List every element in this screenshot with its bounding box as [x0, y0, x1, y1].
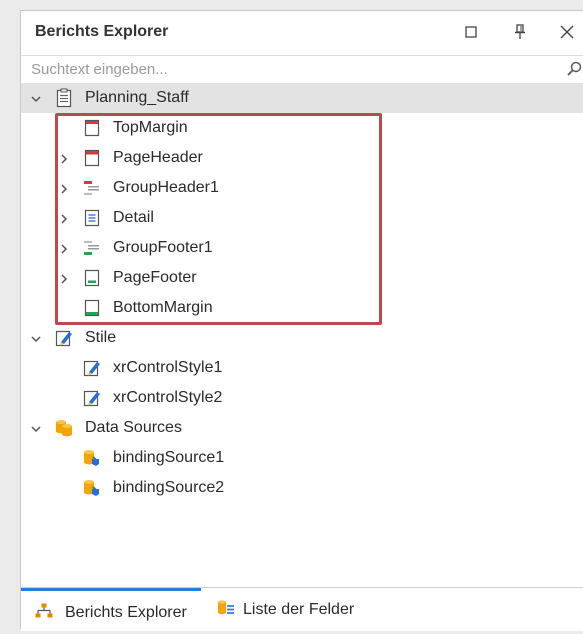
control-style-icon: [82, 358, 102, 378]
tree-item-label: Stile: [85, 329, 117, 346]
chevron-right-icon[interactable]: [58, 182, 70, 194]
page-footer-band-icon: [82, 268, 102, 288]
tree-item-label: Detail: [113, 209, 154, 226]
chevron-right-icon[interactable]: [58, 212, 70, 224]
control-style-icon: [82, 388, 102, 408]
page-header-band-icon: [82, 148, 102, 168]
tree-structure-icon: [35, 602, 53, 620]
panel-title: Berichts Explorer: [35, 23, 169, 40]
group-footer-band-icon: [82, 238, 102, 258]
bottom-margin-band-icon: [82, 298, 102, 318]
panel-title-bar: Berichts Explorer: [21, 11, 583, 56]
chevron-down-icon[interactable]: [30, 332, 42, 344]
tree-item-detail[interactable]: Detail: [21, 203, 583, 233]
tree-item-binding-source1[interactable]: bindingSource1: [21, 443, 583, 473]
tree-item-label: bindingSource1: [113, 449, 225, 466]
tree-item-label: xrControlStyle1: [113, 359, 223, 376]
report-icon: [54, 88, 74, 108]
tree-item-group-header1[interactable]: GroupHeader1: [21, 173, 583, 203]
tree-item-label: GroupFooter1: [113, 239, 213, 256]
field-list-icon: [217, 599, 235, 617]
maximize-icon[interactable]: [461, 22, 481, 42]
detail-band-icon: [82, 208, 102, 228]
tree-item-styles[interactable]: Stile: [21, 323, 583, 353]
top-margin-band-icon: [82, 118, 102, 138]
report-tree: Planning_Staff TopMargin PageHeader Grou…: [21, 83, 583, 523]
chevron-down-icon[interactable]: [30, 422, 42, 434]
tab-label: Liste der Felder: [243, 601, 355, 618]
search-bar: [21, 55, 583, 84]
tab-label: Berichts Explorer: [65, 604, 187, 621]
tree-item-page-header[interactable]: PageHeader: [21, 143, 583, 173]
tree-item-binding-source2[interactable]: bindingSource2: [21, 473, 583, 503]
search-input[interactable]: [21, 55, 551, 83]
chevron-right-icon[interactable]: [58, 242, 70, 254]
report-explorer-panel: Berichts Explorer Suchtext eingeben... P…: [20, 10, 583, 631]
tree-item-label: GroupHeader1: [113, 179, 219, 196]
panel-tab-bar: Berichts Explorer Liste der Felder: [21, 587, 583, 631]
tab-field-list[interactable]: Liste der Felder: [203, 588, 393, 631]
tree-item-label: BottomMargin: [113, 299, 213, 316]
tab-report-explorer[interactable]: Berichts Explorer: [21, 588, 201, 634]
tree-item-label: xrControlStyle2: [113, 389, 223, 406]
tree-item-control-style2[interactable]: xrControlStyle2: [21, 383, 583, 413]
tree-item-group-footer1[interactable]: GroupFooter1: [21, 233, 583, 263]
group-header-band-icon: [82, 178, 102, 198]
tree-item-planning-staff[interactable]: Planning_Staff: [21, 83, 583, 113]
tree-item-label: bindingSource2: [113, 479, 225, 496]
chevron-right-icon[interactable]: [58, 152, 70, 164]
binding-source-icon: [82, 448, 102, 468]
tree-item-label: PageHeader: [113, 149, 203, 166]
pin-icon[interactable]: [510, 22, 530, 42]
database-icon: [54, 418, 74, 438]
close-icon[interactable]: [557, 22, 577, 42]
tree-item-label: PageFooter: [113, 269, 197, 286]
chevron-down-icon[interactable]: [30, 92, 42, 104]
tree-item-control-style1[interactable]: xrControlStyle1: [21, 353, 583, 383]
tree-item-data-sources[interactable]: Data Sources: [21, 413, 583, 443]
tree-item-page-footer[interactable]: PageFooter: [21, 263, 583, 293]
styles-icon: [54, 328, 74, 348]
tree-item-label: TopMargin: [113, 119, 188, 136]
tree-item-label: Planning_Staff: [85, 89, 189, 106]
tree-item-bottom-margin[interactable]: BottomMargin: [21, 293, 583, 323]
chevron-right-icon[interactable]: [58, 272, 70, 284]
search-icon[interactable]: [567, 61, 582, 77]
tree-item-label: Data Sources: [85, 419, 182, 436]
tree-item-top-margin[interactable]: TopMargin: [21, 113, 583, 143]
binding-source-icon: [82, 478, 102, 498]
